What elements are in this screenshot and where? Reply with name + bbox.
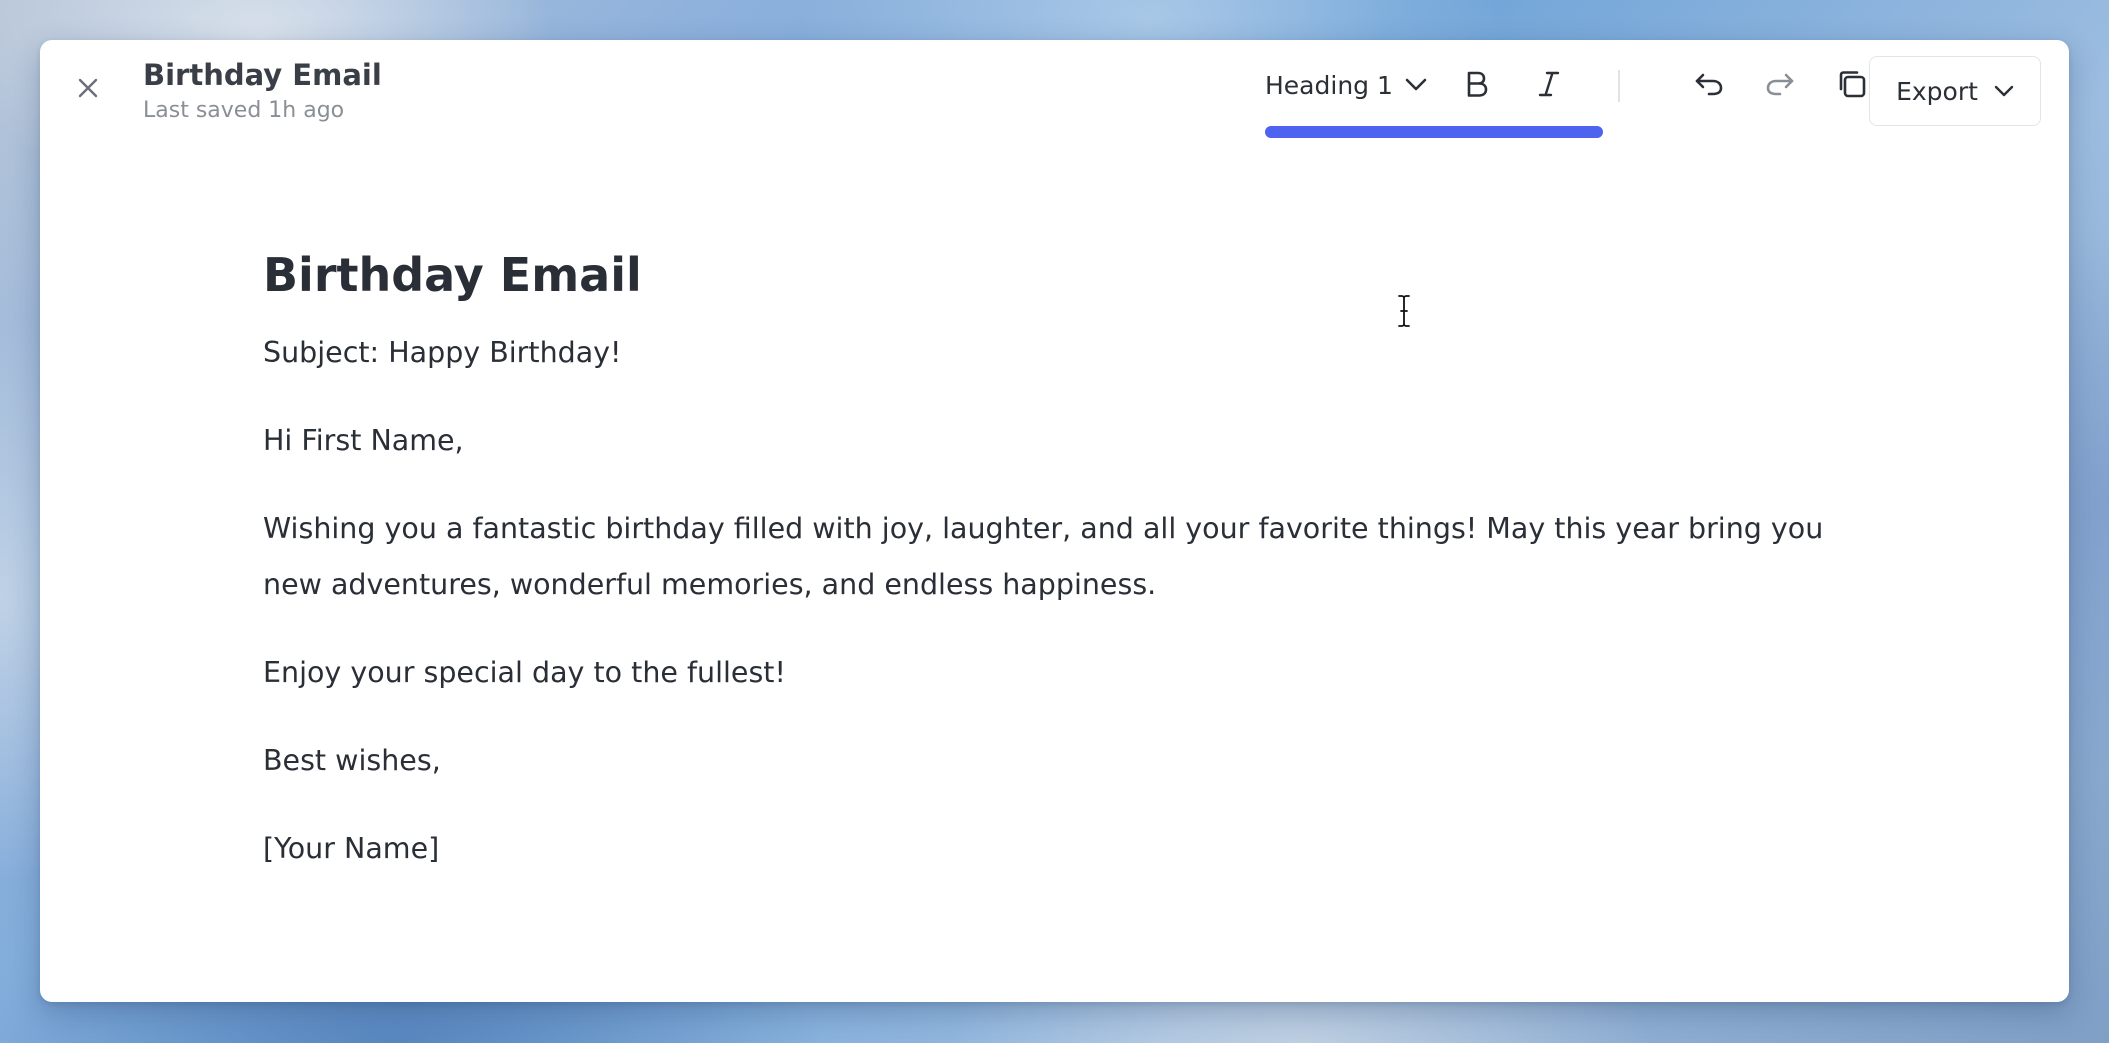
bold-button[interactable] <box>1453 60 1501 108</box>
document-body[interactable]: Birthday Email Subject: Happy Birthday! … <box>263 245 1843 909</box>
document-heading[interactable]: Birthday Email <box>263 245 1843 305</box>
block-style-label: Heading 1 <box>1265 70 1393 100</box>
chevron-down-icon <box>1994 85 2014 97</box>
export-dropdown-button[interactable]: Export <box>1869 56 2041 126</box>
paragraph-signature[interactable]: [Your Name] <box>263 821 1843 877</box>
toolbar-divider <box>1618 70 1620 102</box>
chevron-down-icon <box>1405 78 1427 91</box>
copy-icon <box>1839 71 1866 98</box>
undo-icon <box>1695 73 1723 96</box>
paragraph-greeting[interactable]: Hi First Name, <box>263 413 1843 469</box>
italic-icon <box>1538 71 1560 97</box>
italic-button[interactable] <box>1525 60 1573 108</box>
block-style-active-indicator <box>1265 126 1603 138</box>
formatting-toolbar: Heading 1 Export <box>40 56 2069 126</box>
editor-window: Birthday Email Last saved 1h ago Heading… <box>40 40 2069 1002</box>
redo-icon <box>1766 73 1794 96</box>
paragraph-signoff[interactable]: Best wishes, <box>263 733 1843 789</box>
redo-button[interactable] <box>1756 60 1804 108</box>
bold-icon <box>1467 71 1488 97</box>
undo-button[interactable] <box>1685 60 1733 108</box>
block-style-dropdown[interactable]: Heading 1 <box>1265 56 1437 114</box>
paragraph-body[interactable]: Wishing you a fantastic birthday filled … <box>263 501 1843 613</box>
paragraph-closing-line[interactable]: Enjoy your special day to the fullest! <box>263 645 1843 701</box>
paragraph-subject[interactable]: Subject: Happy Birthday! <box>263 325 1843 381</box>
export-label: Export <box>1896 76 1978 106</box>
